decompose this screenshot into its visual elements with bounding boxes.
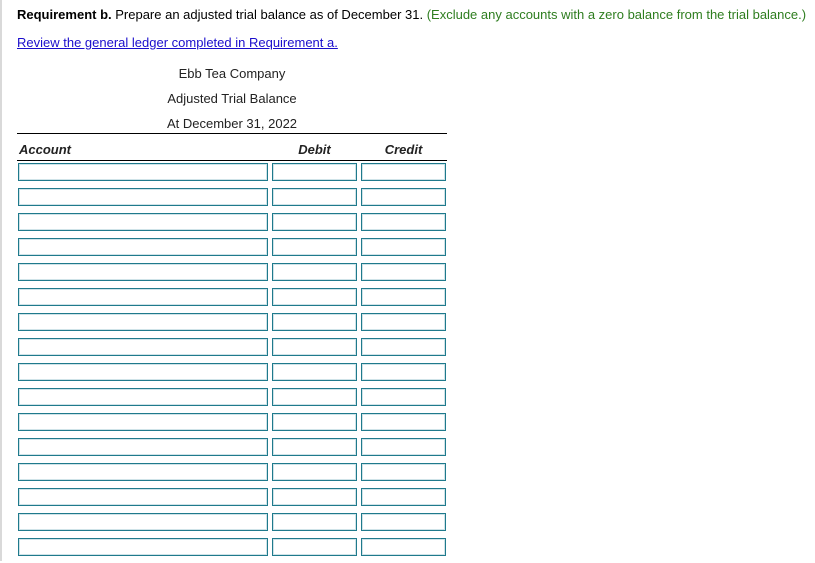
debit-input[interactable] — [272, 538, 357, 556]
debit-input[interactable] — [272, 438, 357, 456]
statement-title: Adjusted Trial Balance — [167, 91, 297, 106]
account-input[interactable] — [18, 413, 268, 431]
table-row — [17, 263, 447, 288]
account-input[interactable] — [18, 538, 268, 556]
credit-input[interactable] — [361, 313, 446, 331]
table-row — [17, 463, 447, 488]
account-input[interactable] — [18, 463, 268, 481]
account-column-header: Account — [19, 142, 71, 157]
debit-input[interactable] — [272, 288, 357, 306]
credit-input[interactable] — [361, 413, 446, 431]
credit-input[interactable] — [361, 488, 446, 506]
debit-input[interactable] — [272, 463, 357, 481]
table-row — [17, 238, 447, 263]
company-name: Ebb Tea Company — [178, 66, 286, 81]
statement-date: At December 31, 2022 — [166, 116, 298, 131]
account-input[interactable] — [18, 363, 268, 381]
account-input[interactable] — [18, 388, 268, 406]
credit-input[interactable] — [361, 188, 446, 206]
table-row — [17, 513, 447, 538]
debit-input[interactable] — [272, 313, 357, 331]
account-input[interactable] — [18, 188, 268, 206]
table-row — [17, 488, 447, 513]
table-row — [17, 363, 447, 388]
table-header: Account Debit Credit — [17, 133, 447, 161]
table-row — [17, 213, 447, 238]
credit-input[interactable] — [361, 363, 446, 381]
table-row — [17, 163, 447, 188]
account-input[interactable] — [18, 513, 268, 531]
table-row — [17, 188, 447, 213]
requirement-label: Requirement b. — [17, 7, 112, 22]
debit-column-header: Debit — [298, 142, 331, 157]
trial-balance-table: Account Debit Credit — [17, 133, 447, 556]
table-row — [17, 413, 447, 438]
credit-input[interactable] — [361, 263, 446, 281]
credit-input[interactable] — [361, 538, 446, 556]
table-row — [17, 388, 447, 413]
credit-input[interactable] — [361, 163, 446, 181]
account-input[interactable] — [18, 438, 268, 456]
credit-input[interactable] — [361, 338, 446, 356]
requirement-note: (Exclude any accounts with a zero balanc… — [426, 7, 807, 22]
account-input[interactable] — [18, 288, 268, 306]
debit-input[interactable] — [272, 363, 357, 381]
debit-input[interactable] — [272, 238, 357, 256]
table-row — [17, 288, 447, 313]
account-input[interactable] — [18, 213, 268, 231]
debit-input[interactable] — [272, 513, 357, 531]
table-body — [17, 163, 447, 563]
debit-input[interactable] — [272, 338, 357, 356]
credit-column-header: Credit — [384, 142, 423, 157]
credit-input[interactable] — [361, 513, 446, 531]
table-row — [17, 313, 447, 338]
requirement-instruction: Requirement b. Prepare an adjusted trial… — [17, 7, 806, 22]
debit-input[interactable] — [272, 388, 357, 406]
account-input[interactable] — [18, 163, 268, 181]
account-input[interactable] — [18, 338, 268, 356]
review-ledger-link[interactable]: Review the general ledger completed in R… — [17, 35, 338, 50]
debit-input[interactable] — [272, 163, 357, 181]
credit-input[interactable] — [361, 438, 446, 456]
debit-input[interactable] — [272, 213, 357, 231]
debit-input[interactable] — [272, 188, 357, 206]
debit-input[interactable] — [272, 488, 357, 506]
debit-input[interactable] — [272, 263, 357, 281]
table-row — [17, 338, 447, 363]
credit-input[interactable] — [361, 388, 446, 406]
requirement-text: Prepare an adjusted trial balance as of … — [111, 7, 427, 22]
credit-input[interactable] — [361, 463, 446, 481]
table-row — [17, 538, 447, 563]
credit-input[interactable] — [361, 288, 446, 306]
left-border — [0, 0, 2, 561]
account-input[interactable] — [18, 313, 268, 331]
account-input[interactable] — [18, 488, 268, 506]
account-input[interactable] — [18, 263, 268, 281]
credit-input[interactable] — [361, 213, 446, 231]
account-input[interactable] — [18, 238, 268, 256]
table-row — [17, 438, 447, 463]
debit-input[interactable] — [272, 413, 357, 431]
credit-input[interactable] — [361, 238, 446, 256]
